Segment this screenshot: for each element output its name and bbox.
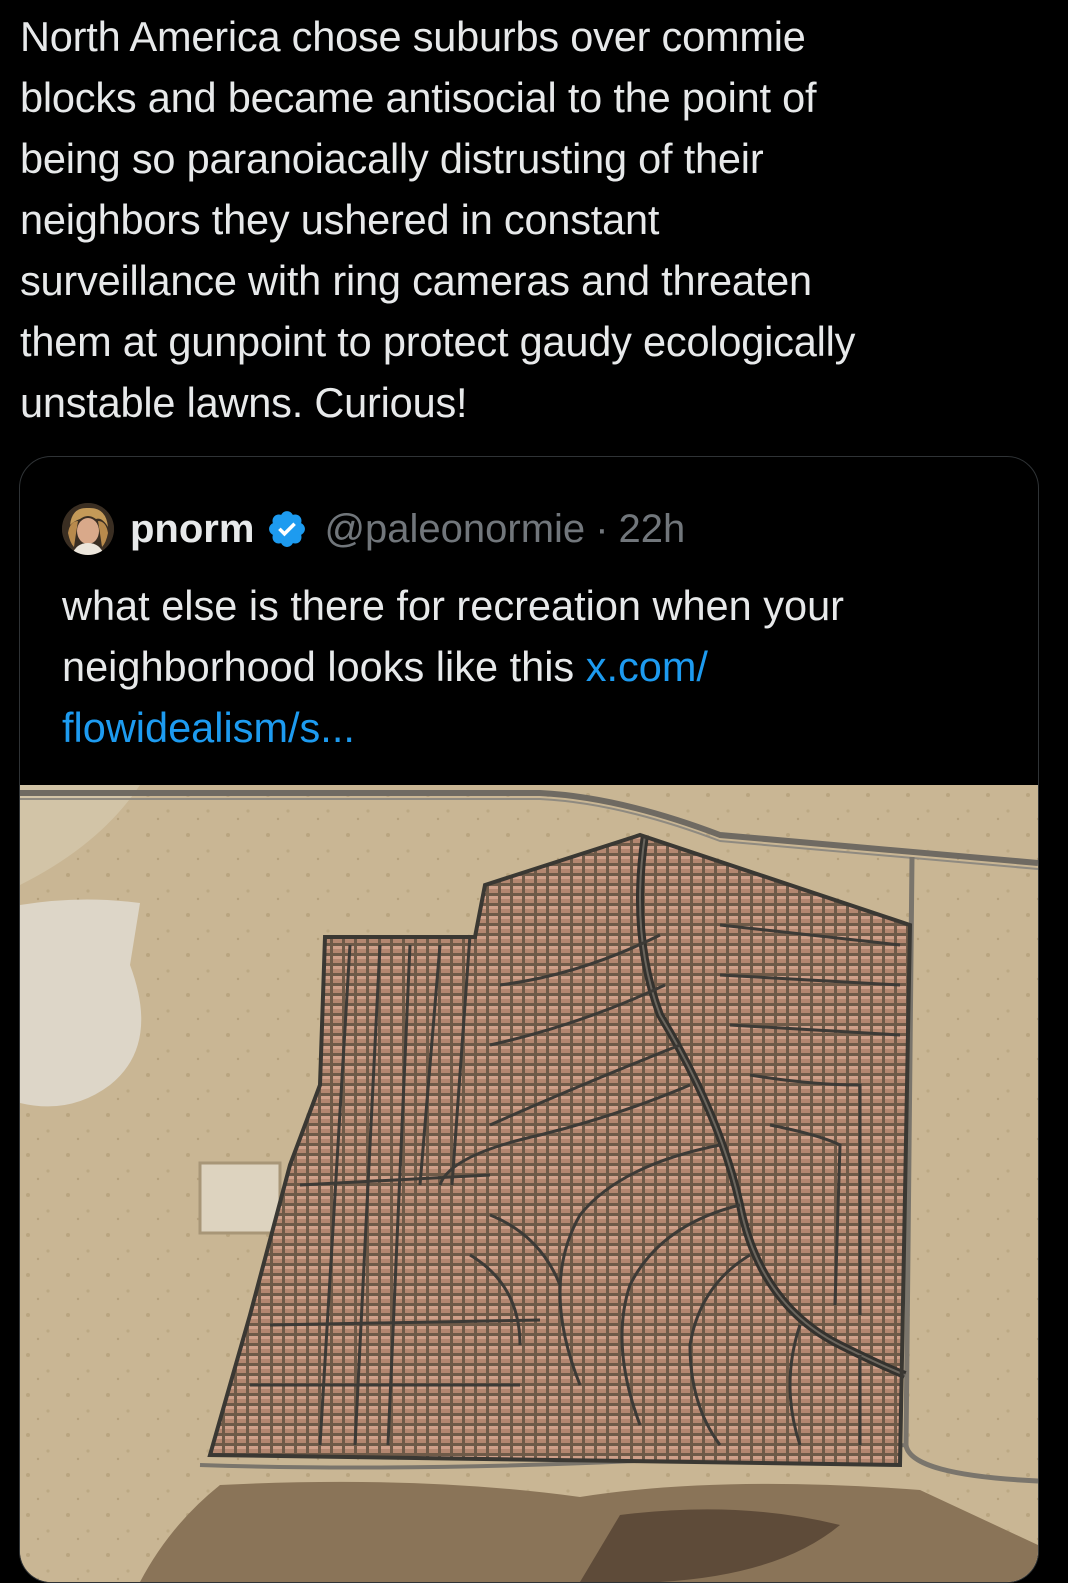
quoted-tweet-card[interactable]: pnorm @paleonormie · 22h what else is th… [19, 456, 1039, 1583]
quoted-tweet-header: pnorm @paleonormie · 22h [62, 503, 685, 555]
verified-badge-icon [269, 511, 306, 547]
timestamp[interactable]: 22h [619, 507, 686, 552]
separator-dot: · [595, 506, 609, 551]
quote-link-part2[interactable]: flowidealism/s... [62, 704, 355, 751]
aerial-suburb-photo-icon [20, 785, 1038, 1582]
profile-photo-icon [62, 503, 114, 555]
display-name[interactable]: pnorm [130, 507, 254, 552]
tweet-text: North America chose suburbs over commie … [20, 13, 856, 426]
handle[interactable]: @paleonormie [324, 507, 585, 552]
quoted-tweet-text: what else is there for recreation when y… [62, 575, 1012, 758]
quoted-tweet-media[interactable] [20, 785, 1038, 1582]
quote-link-part1[interactable]: x.com/ [586, 643, 708, 690]
quote-text-line2: neighborhood looks like this [62, 643, 586, 690]
avatar[interactable] [62, 503, 114, 555]
quote-text-line1: what else is there for recreation when y… [62, 582, 844, 629]
